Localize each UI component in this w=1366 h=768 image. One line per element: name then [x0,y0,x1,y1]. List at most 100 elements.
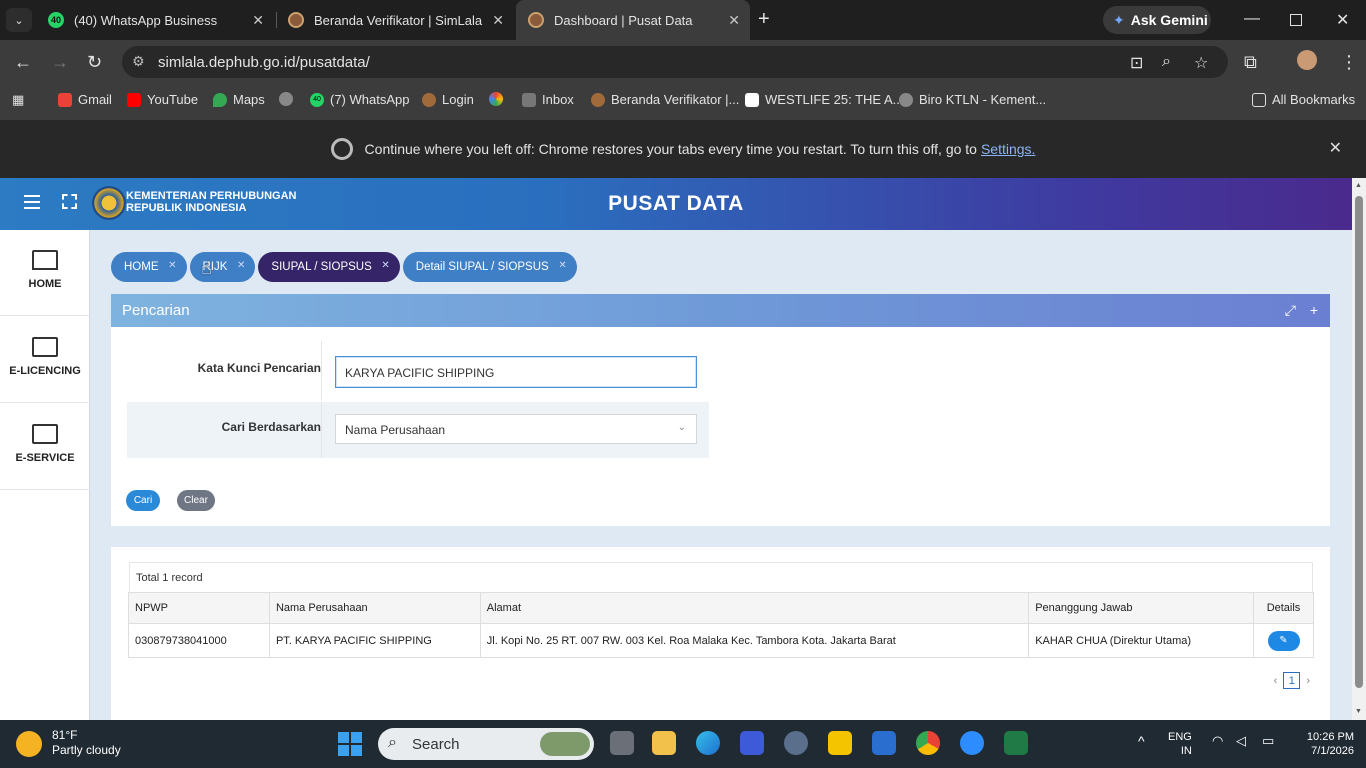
bookmark-inbox[interactable]: Inbox [522,92,574,107]
bookmark-whatsapp[interactable]: 40 (7) WhatsApp [310,92,409,107]
close-tab-icon[interactable]: ✕ [492,12,504,29]
search-by-select[interactable]: Nama Perusahaan ⌄ [335,414,697,444]
bookmark-westlife[interactable]: WESTLIFE 25: THE A... [745,92,903,107]
time: 10:26 PM [1306,731,1354,743]
tab-pusat-data[interactable]: Dashboard | Pusat Data ✕ [516,0,750,40]
clear-button[interactable]: Clear [177,490,215,511]
plus-icon[interactable]: + [1310,302,1318,318]
wifi-icon[interactable]: ◠ [1212,734,1223,748]
apps-grid-icon[interactable]: ▦ [12,92,24,108]
bookmark-label: Inbox [542,92,574,107]
sticky-notes-icon[interactable] [828,731,852,755]
bookmark-login[interactable]: Login [422,92,474,107]
sidebar-item-e-service[interactable]: E-SERVICE [0,404,90,490]
back-arrow-icon[interactable]: ← [14,52,32,73]
app-icon[interactable] [740,731,764,755]
close-tab-icon[interactable]: ✕ [728,12,740,29]
next-page-icon[interactable]: › [1306,675,1310,687]
bookmark-beranda[interactable]: Beranda Verifikator |... [591,92,739,107]
window-close-icon[interactable]: ✕ [1336,10,1349,30]
bookmark-youtube[interactable]: YouTube [127,92,198,107]
task-view-icon[interactable] [610,731,634,755]
close-icon[interactable]: ✕ [381,260,389,271]
bookmark-pinwheel[interactable] [489,92,509,106]
hand-cursor-icon: ☝ [201,258,212,278]
bookmark-globe[interactable] [279,92,299,106]
reload-icon[interactable]: ↻ [87,52,102,73]
keyword-input[interactable]: KARYA PACIFIC SHIPPING [335,356,697,388]
bookmark-gmail[interactable]: Gmail [58,92,112,107]
install-app-icon[interactable]: ⊡ [1130,53,1143,73]
extensions-icon[interactable]: ⧉ [1244,52,1257,73]
expand-icon[interactable]: ⤢ [1285,302,1296,319]
close-icon[interactable]: ✕ [237,260,245,271]
tray-overflow-icon[interactable]: ^ [1138,734,1145,748]
site-info-icon[interactable]: ⚙ [132,53,145,70]
tab-simlala[interactable]: Beranda Verifikator | SimLala ✕ [276,0,514,40]
outlook-icon[interactable] [872,731,896,755]
sidebar: HOME E-LICENCING E-SERVICE [0,230,90,720]
prev-page-icon[interactable]: ‹ [1274,675,1278,687]
battery-icon[interactable]: ▭ [1262,734,1274,748]
excel-icon[interactable] [1004,731,1028,755]
scroll-down-icon[interactable]: ▼ [1355,708,1362,715]
restore-text: Continue where you left off: Chrome rest… [364,141,977,157]
windows-start-icon[interactable] [338,732,362,756]
close-banner-icon[interactable]: ✕ [1329,138,1342,158]
date: 7/1/2026 [1311,745,1354,757]
profile-avatar[interactable] [1297,50,1317,70]
breadcrumb-siupal[interactable]: SIUPAL / SIOPSUS ✕ [258,252,400,282]
breadcrumb-rijk[interactable]: RIJK ✕ [189,252,256,282]
tab-search-button[interactable]: ⌄ [6,8,32,32]
ask-gemini-button[interactable]: ✦ Ask Gemini [1103,6,1211,34]
bookmark-star-icon[interactable]: ☆ [1194,53,1208,73]
globe-icon [899,92,913,107]
file-explorer-icon[interactable] [652,731,676,755]
youtube-icon [127,92,141,107]
site-globe-icon [528,12,544,28]
breadcrumb-label: SIUPAL / SIOPSUS [271,261,372,273]
scrollbar-thumb[interactable] [1355,196,1363,688]
bookmark-biro-ktln[interactable]: Biro KTLN - Kement... [899,92,1046,107]
settings-link[interactable]: Settings. [981,141,1035,157]
edit-pencil-icon[interactable]: ✎ [1267,630,1300,651]
search-panel-header: Pencarian ⤢ + [111,294,1330,327]
camera-icon[interactable] [784,731,808,755]
all-bookmarks[interactable]: All Bookmarks [1252,92,1355,107]
forward-arrow-icon[interactable]: → [51,52,69,73]
close-icon[interactable]: ✕ [168,260,176,271]
gmail-icon [58,92,72,107]
bookmark-label: (7) WhatsApp [330,92,410,107]
windows-taskbar: 81°F Partly cloudy ⌕ Search ^ ENG IN ◠ ◁… [0,720,1366,768]
new-tab-button[interactable]: + [758,8,770,31]
language-indicator[interactable]: ENG IN [1168,730,1192,758]
page-number[interactable]: 1 [1283,672,1301,689]
taskbar-search[interactable]: ⌕ Search [378,728,594,760]
bookmark-maps[interactable]: Maps [213,92,265,107]
chrome-menu-icon[interactable]: ⋮ [1340,52,1358,73]
close-tab-icon[interactable]: ✕ [252,12,264,29]
zoom-icon[interactable]: ⌕ [1162,53,1171,71]
clock[interactable]: 10:26 PM 7/1/2026 [1290,730,1354,758]
sidebar-item-e-licencing[interactable]: E-LICENCING [0,317,90,403]
chrome-icon[interactable] [916,731,940,755]
list-card-icon [32,337,58,357]
sidebar-item-home[interactable]: HOME [0,230,90,316]
breadcrumb-home[interactable]: HOME ✕ [111,252,187,282]
volume-icon[interactable]: ◁ [1236,734,1246,748]
page-title: PUSAT DATA [608,192,744,215]
zoom-app-icon[interactable] [960,731,984,755]
search-button[interactable]: Cari [126,490,160,511]
maximize-icon[interactable] [1290,14,1302,26]
weather-widget[interactable]: 81°F Partly cloudy [16,728,121,758]
edge-icon[interactable] [696,731,720,755]
tab-whatsapp[interactable]: 40 (40) WhatsApp Business ✕ [36,0,274,40]
minimize-icon[interactable]: — [1244,10,1260,28]
restore-tabs-banner: Continue where you left off: Chrome rest… [0,120,1366,178]
breadcrumb-label: HOME [124,261,159,273]
url-field[interactable]: ⚙ simlala.dephub.go.id/pusatdata/ ⊡ ⌕ ☆ [122,46,1228,78]
breadcrumb-detail-siupal[interactable]: Detail SIUPAL / SIOPSUS ✕ [402,252,577,282]
scroll-up-icon[interactable]: ▲ [1355,182,1362,189]
close-icon[interactable]: ✕ [558,260,566,271]
page-scrollbar[interactable]: ▲ ▼ [1352,178,1366,720]
